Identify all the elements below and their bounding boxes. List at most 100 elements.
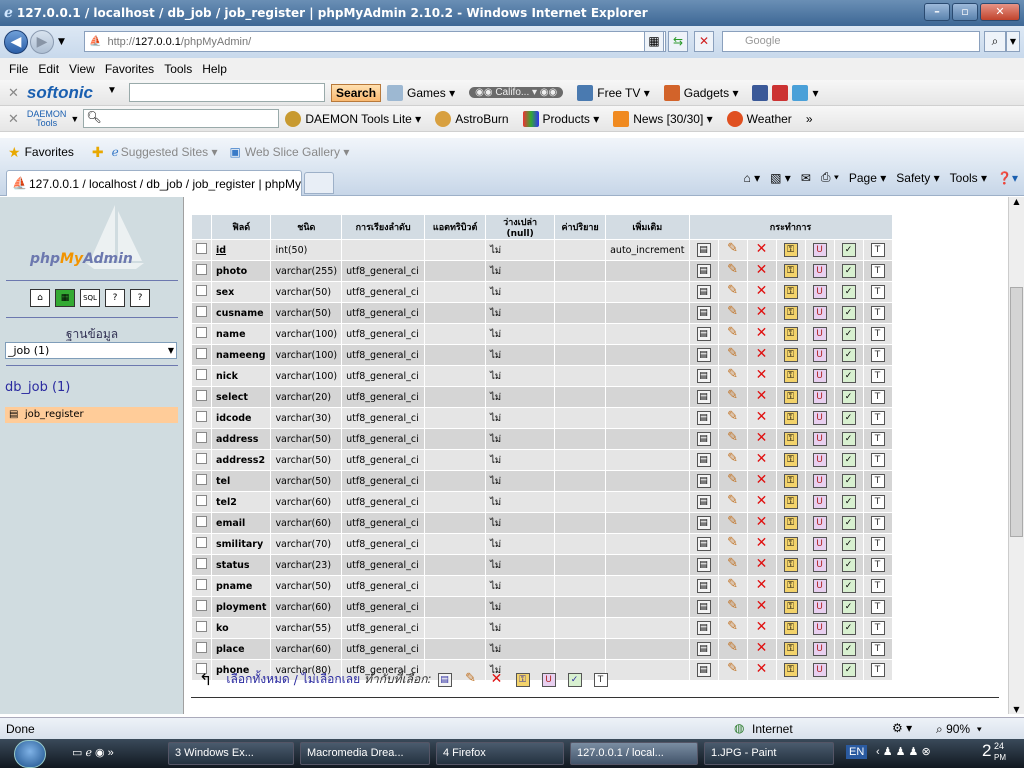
- check-all-link[interactable]: เลือกทั้งหมด: [226, 670, 289, 689]
- vertical-scrollbar[interactable]: ▲ ▼: [1008, 197, 1024, 714]
- unique-icon[interactable]: U: [812, 285, 827, 299]
- daemon-search-input[interactable]: 🔍︎: [83, 109, 280, 128]
- row-checkbox[interactable]: [196, 432, 207, 443]
- delete-icon[interactable]: ✕: [755, 641, 769, 656]
- menu-help[interactable]: Help: [202, 62, 227, 76]
- stop-button[interactable]: ✕: [694, 31, 714, 52]
- browse-icon[interactable]: ▤: [696, 621, 711, 635]
- minimize-button[interactable]: –: [924, 3, 950, 21]
- toolbar-item-news[interactable]: News [30/30] ▾: [613, 110, 713, 127]
- search-go-icon[interactable]: ⌕: [984, 31, 1006, 52]
- unique-icon[interactable]: U: [812, 537, 827, 551]
- unique-icon[interactable]: U: [812, 348, 827, 362]
- back-button[interactable]: ◀: [4, 30, 28, 54]
- edit-icon[interactable]: ✎: [726, 284, 740, 299]
- scrollbar-thumb[interactable]: [1010, 287, 1023, 537]
- delete-icon[interactable]: ✕: [755, 284, 769, 299]
- delete-icon[interactable]: ✕: [755, 515, 769, 530]
- browse-icon[interactable]: ▤: [696, 390, 711, 404]
- row-checkbox[interactable]: [196, 579, 207, 590]
- add-favorites-icon[interactable]: ✚: [92, 144, 104, 161]
- delete-icon[interactable]: ✕: [755, 494, 769, 509]
- primary-key-icon[interactable]: ⚿: [783, 474, 798, 488]
- home-icon[interactable]: ⌂: [30, 289, 50, 307]
- fulltext-icon[interactable]: T: [870, 432, 885, 446]
- primary-key-icon[interactable]: ⚿: [783, 579, 798, 593]
- edit-icon[interactable]: ✎: [726, 662, 740, 677]
- browse-icon[interactable]: ▤: [696, 600, 711, 614]
- fulltext-icon[interactable]: T: [870, 663, 885, 677]
- close-window-button[interactable]: ✕: [980, 3, 1020, 21]
- protected-mode-icon[interactable]: ⚙ ▾: [892, 721, 912, 735]
- row-checkbox[interactable]: [196, 306, 207, 317]
- index-icon[interactable]: ✓: [841, 432, 856, 446]
- forward-button[interactable]: ▶: [30, 30, 54, 54]
- primary-key-icon[interactable]: ⚿: [783, 558, 798, 572]
- edit-icon[interactable]: ✎: [726, 578, 740, 593]
- unique-icon[interactable]: U: [812, 558, 827, 572]
- row-checkbox[interactable]: [196, 327, 207, 338]
- primary-key-icon[interactable]: ⚿: [783, 600, 798, 614]
- delete-icon[interactable]: ✕: [755, 389, 769, 404]
- primary-key-icon[interactable]: ⚿: [783, 516, 798, 530]
- fulltext-icon[interactable]: T: [870, 453, 885, 467]
- start-button[interactable]: [14, 740, 46, 768]
- toolbar-item-weather[interactable]: Weather: [726, 110, 792, 127]
- unique-icon[interactable]: U: [812, 600, 827, 614]
- fulltext-icon[interactable]: T: [870, 516, 885, 530]
- language-indicator[interactable]: EN: [846, 745, 868, 759]
- docs-icon[interactable]: ?: [105, 289, 125, 307]
- index-icon[interactable]: ✓: [841, 243, 856, 257]
- database-select[interactable]: _job (1): [5, 342, 177, 359]
- index-icon[interactable]: ✓: [841, 537, 856, 551]
- browse-icon[interactable]: ▤: [696, 516, 711, 530]
- softonic-search-button[interactable]: Search: [331, 83, 382, 102]
- index-icon[interactable]: ✓: [841, 390, 856, 404]
- delete-icon[interactable]: ✕: [755, 662, 769, 677]
- row-checkbox[interactable]: [196, 264, 207, 275]
- database-name-link[interactable]: db_job (1): [5, 380, 70, 395]
- task-paint[interactable]: 1.JPG - Paint: [704, 742, 834, 765]
- fulltext-icon[interactable]: T: [870, 369, 885, 383]
- uncheck-all-link[interactable]: ไม่เลือกเลย: [302, 670, 360, 689]
- web-search-input[interactable]: Google: [722, 31, 980, 52]
- toolbar-more-chevron[interactable]: »: [806, 112, 813, 126]
- menu-tools[interactable]: Tools: [164, 62, 192, 76]
- bulk-fulltext-icon[interactable]: T: [593, 672, 608, 687]
- primary-key-icon[interactable]: ⚿: [783, 642, 798, 656]
- row-checkbox[interactable]: [196, 369, 207, 380]
- menu-view[interactable]: View: [69, 62, 95, 76]
- task-firefox[interactable]: 4 Firefox: [436, 742, 564, 765]
- bulk-delete-icon[interactable]: ✕: [490, 672, 504, 687]
- delete-icon[interactable]: ✕: [755, 326, 769, 341]
- primary-key-icon[interactable]: ⚿: [783, 369, 798, 383]
- unique-icon[interactable]: U: [812, 411, 827, 425]
- tab-phpmyadmin[interactable]: ⛵ 127.0.0.1 / localhost / db_job / job_r…: [6, 170, 302, 196]
- edit-icon[interactable]: ✎: [726, 242, 740, 257]
- toolbar-item-products[interactable]: Products ▾: [522, 110, 599, 127]
- browse-icon[interactable]: ▤: [696, 495, 711, 509]
- row-checkbox[interactable]: [196, 537, 207, 548]
- delete-icon[interactable]: ✕: [755, 578, 769, 593]
- softonic-search-input[interactable]: [129, 83, 326, 102]
- bulk-index-icon[interactable]: ✓: [567, 672, 582, 687]
- row-checkbox[interactable]: [196, 516, 207, 527]
- primary-key-icon[interactable]: ⚿: [783, 495, 798, 509]
- primary-key-icon[interactable]: ⚿: [783, 663, 798, 677]
- row-checkbox[interactable]: [196, 411, 207, 422]
- row-checkbox[interactable]: [196, 558, 207, 569]
- unique-icon[interactable]: U: [812, 474, 827, 488]
- edit-icon[interactable]: ✎: [726, 431, 740, 446]
- edit-icon[interactable]: ✎: [726, 347, 740, 362]
- unique-icon[interactable]: U: [812, 369, 827, 383]
- fulltext-icon[interactable]: T: [870, 495, 885, 509]
- unique-icon[interactable]: U: [812, 432, 827, 446]
- edit-icon[interactable]: ✎: [726, 452, 740, 467]
- unique-icon[interactable]: U: [812, 453, 827, 467]
- scroll-down-icon[interactable]: ▼: [1009, 705, 1024, 714]
- compat-view-button[interactable]: ▦: [644, 31, 664, 52]
- toolbar-item-games[interactable]: Games ▾: [387, 84, 455, 101]
- scroll-up-icon[interactable]: ▲: [1009, 197, 1024, 206]
- browse-icon[interactable]: ▤: [696, 474, 711, 488]
- edit-icon[interactable]: ✎: [726, 305, 740, 320]
